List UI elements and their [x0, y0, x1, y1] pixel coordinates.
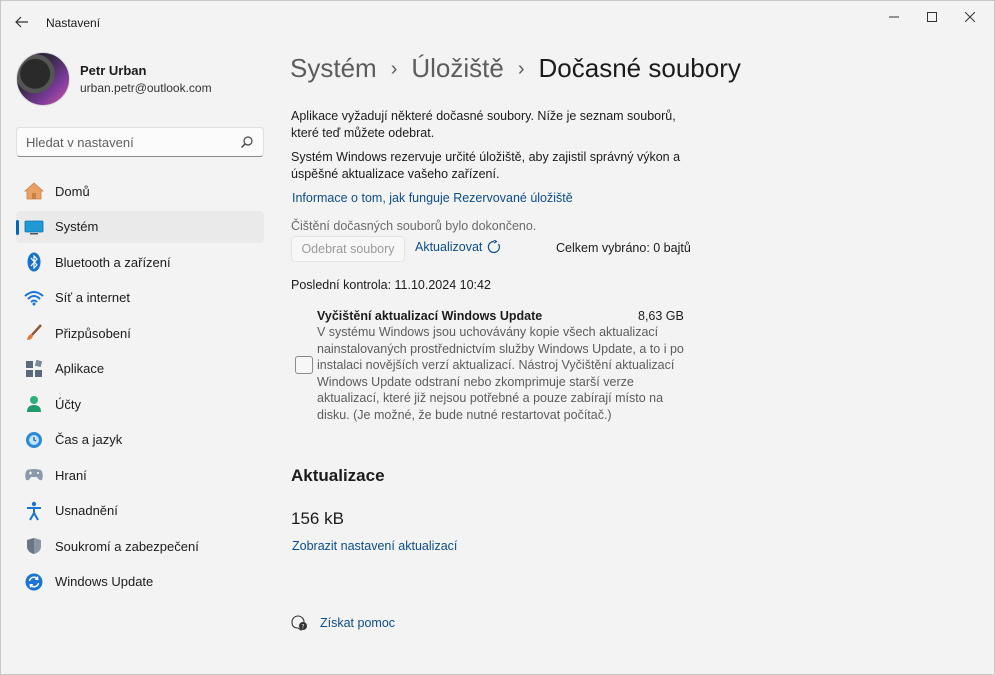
sidebar-item-label: Systém	[55, 219, 99, 234]
profile-name: Petr Urban	[80, 63, 147, 78]
sidebar-item-gaming[interactable]: Hraní	[16, 459, 264, 491]
update-settings-link[interactable]: Zobrazit nastavení aktualizací	[292, 539, 457, 553]
reserved-storage-link[interactable]: Informace o tom, jak funguje Rezervované…	[292, 191, 573, 205]
sidebar-item-home[interactable]: Domů	[16, 175, 264, 207]
system-icon	[24, 217, 44, 237]
section-size: 156 kB	[291, 509, 344, 528]
user-profile[interactable]: Petr Urban urban.petr@outlook.com	[16, 51, 212, 107]
sidebar-item-time-language[interactable]: Čas a jazyk	[16, 424, 264, 456]
refresh-icon	[487, 239, 501, 254]
sidebar-item-label: Bluetooth a zařízení	[55, 254, 171, 270]
sidebar-item-bluetooth[interactable]: Bluetooth a zařízení	[16, 246, 264, 278]
sidebar-item-label: Čas a jazyk	[55, 432, 123, 447]
breadcrumb-item-storage[interactable]: Úložiště	[411, 53, 503, 84]
svg-text:?: ?	[301, 624, 304, 631]
sidebar-item-system[interactable]: Systém	[16, 210, 264, 243]
last-check: Poslední kontrola: 11.10.2024 10:42	[291, 278, 491, 292]
close-button[interactable]	[950, 6, 990, 28]
search-icon[interactable]	[240, 135, 254, 149]
account-icon	[24, 394, 44, 414]
sidebar-item-accessibility[interactable]: Usnadnění	[16, 495, 264, 527]
avatar	[16, 52, 70, 106]
sidebar-nav: Domů Systém Bluetooth a zařízení Síť a i…	[16, 175, 264, 601]
sidebar-item-windows-update[interactable]: Windows Update	[16, 566, 264, 598]
refresh-button[interactable]: Aktualizovat	[415, 239, 501, 254]
sidebar-item-label: Účty	[55, 396, 81, 412]
sidebar-item-privacy[interactable]: Soukromí a zabezpečení	[16, 530, 264, 562]
help-label: Získat pomoc	[320, 616, 396, 630]
sidebar-item-label: Soukromí a zabezpečení	[55, 538, 199, 554]
time-language-icon	[24, 430, 44, 450]
back-button[interactable]	[11, 13, 33, 33]
settings-window: Nastavení Petr Urban urban.petr@outlook.…	[0, 0, 995, 675]
sidebar-item-label: Domů	[55, 183, 90, 199]
sidebar-item-network[interactable]: Síť a internet	[16, 282, 264, 314]
bluetooth-icon	[24, 252, 44, 272]
windows-update-cleanup-checkbox[interactable]	[295, 356, 313, 374]
minimize-icon	[889, 9, 899, 25]
search-input[interactable]	[17, 128, 237, 156]
sidebar-item-accounts[interactable]: Účty	[16, 388, 264, 420]
app-title: Nastavení	[46, 16, 101, 30]
maximize-icon	[927, 9, 937, 25]
section-title: Aktualizace	[291, 466, 385, 485]
profile-email: urban.petr@outlook.com	[80, 81, 212, 95]
cleanup-status: Čištění dočasných souborů bylo dokončeno…	[291, 219, 537, 233]
sidebar-item-label: Aplikace	[55, 361, 105, 376]
intro-text: Aplikace vyžadují některé dočasné soubor…	[291, 109, 676, 140]
reserved-storage-text: Systém Windows rezervuje určité úložiště…	[291, 150, 681, 181]
sidebar-item-personalization[interactable]: Přizpůsobení	[16, 317, 264, 349]
accessibility-icon	[24, 501, 44, 521]
breadcrumb: Systém › Úložiště › Dočasné soubory	[290, 53, 741, 84]
refresh-label: Aktualizovat	[415, 240, 483, 254]
sidebar-item-label: Hraní	[55, 467, 87, 483]
item-size: 8,63 GB	[638, 309, 684, 323]
breadcrumb-separator: ›	[517, 58, 525, 80]
search-box	[16, 127, 264, 157]
get-help-link[interactable]: ? Získat pomoc	[291, 615, 396, 632]
arrow-left-icon	[15, 15, 29, 32]
brush-icon	[24, 323, 44, 343]
help-icon: ?	[291, 615, 307, 632]
sidebar-item-label: Přizpůsobení	[55, 325, 131, 341]
sidebar-item-label: Windows Update	[55, 574, 154, 589]
remove-files-button[interactable]: Odebrat soubory	[291, 236, 405, 262]
gamepad-icon	[24, 465, 44, 485]
minimize-button[interactable]	[874, 6, 914, 28]
close-icon	[964, 9, 976, 25]
maximize-button[interactable]	[912, 6, 952, 28]
breadcrumb-item-system[interactable]: Systém	[290, 53, 377, 84]
apps-icon	[24, 359, 44, 379]
shield-icon	[24, 536, 44, 556]
total-selected: Celkem vybráno: 0 bajtů	[556, 241, 691, 255]
sidebar-item-label: Usnadnění	[55, 503, 118, 518]
update-icon	[24, 572, 44, 592]
home-icon	[24, 181, 44, 201]
title-bar: Nastavení	[1, 1, 994, 41]
breadcrumb-separator: ›	[390, 58, 398, 80]
wifi-icon	[24, 288, 44, 308]
page-title: Dočasné soubory	[538, 53, 741, 83]
item-title: Vyčištění aktualizací Windows Update	[317, 309, 543, 323]
sidebar-item-apps[interactable]: Aplikace	[16, 353, 264, 385]
sidebar-item-label: Síť a internet	[55, 290, 130, 305]
item-description: V systému Windows jsou uchovávány kopie …	[317, 325, 684, 422]
